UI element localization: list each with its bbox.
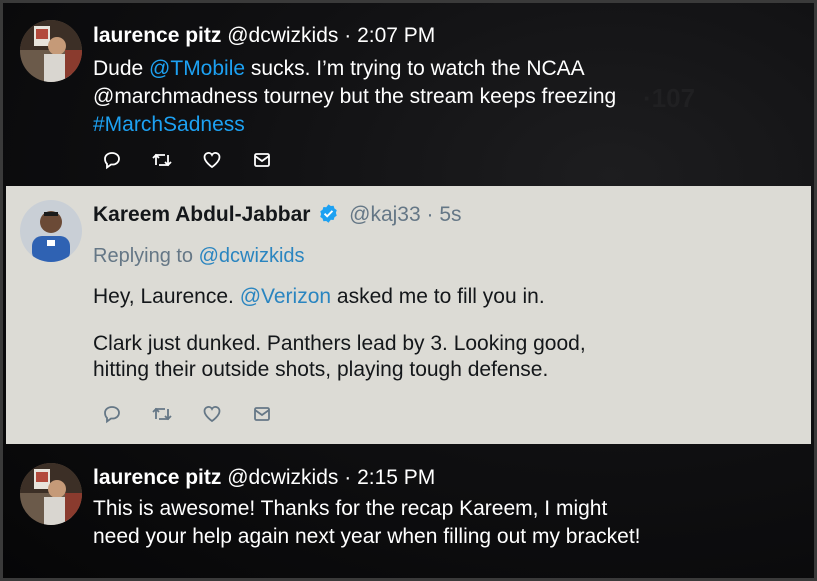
verified-badge-icon [318,203,339,230]
tweet-1[interactable]: laurence pitz @dcwizkids · 2:07 PM Dude … [6,3,811,186]
tweet-header: laurence pitz @dcwizkids · 2:07 PM [93,24,435,48]
tweet-2[interactable]: Kareem Abdul-Jabbar @kaj33 · 5s Replying… [6,186,811,444]
reply-handle-link[interactable]: @dcwizkids [199,245,305,267]
tweet-header: laurence pitz @dcwizkids · 2:15 PM [93,466,435,490]
hashtag-link[interactable]: #MarchSadness [93,111,616,139]
screenshot-frame: ·107 laurence pitz @dcwizkids · 2:07 PM … [0,0,817,581]
reply-icon[interactable] [101,149,123,171]
tweet-actions [101,403,273,425]
user-handle[interactable]: @kaj33 [349,203,421,226]
avatar[interactable] [20,20,82,82]
text-line: Clark just dunked. Panthers lead by 3. L… [93,332,586,355]
tweet-text: Hey, Laurence. @Verizon asked me to fill… [93,283,586,383]
text-segment: Hey, Laurence. [93,285,240,308]
text-line: need your help again next year when fill… [93,525,641,548]
retweet-icon[interactable] [151,149,173,171]
timestamp[interactable]: 2:07 PM [357,24,435,47]
text-segment: sucks. I’m trying to watch the NCAA [245,57,585,80]
separator: · [420,203,440,226]
text-line: This is awesome! Thanks for the recap Ka… [93,497,608,520]
tweet-text: This is awesome! Thanks for the recap Ka… [93,495,641,551]
dm-icon[interactable] [251,403,273,425]
user-handle[interactable]: @dcwizkids [227,24,338,47]
mention-link[interactable]: @TMobile [149,57,245,80]
tweet-header: Kareem Abdul-Jabbar @kaj33 · 5s [93,203,462,230]
tweet-actions [101,149,273,171]
reply-icon[interactable] [101,403,123,425]
text-segment: asked me to fill you in. [331,285,545,308]
replying-label: Replying to [93,245,199,267]
timestamp[interactable]: 2:15 PM [357,466,435,489]
text-line: hitting their outside shots, playing tou… [93,358,549,381]
like-icon[interactable] [201,149,223,171]
avatar[interactable] [20,463,82,525]
text-segment: Dude [93,57,150,80]
avatar[interactable] [20,200,82,262]
text-line: @marchmadness tourney but the stream kee… [93,85,617,108]
tweet-text: Dude @TMobile sucks. I’m trying to watch… [93,55,616,139]
replying-to: Replying to @dcwizkids [93,245,305,268]
timestamp[interactable]: 5s [439,203,461,226]
separator: · [338,466,358,489]
separator: · [338,24,358,47]
display-name[interactable]: laurence pitz [93,24,221,47]
like-icon[interactable] [201,403,223,425]
display-name[interactable]: Kareem Abdul-Jabbar [93,203,310,226]
mention-link[interactable]: @Verizon [240,285,331,308]
dm-icon[interactable] [251,149,273,171]
retweet-icon[interactable] [151,403,173,425]
display-name[interactable]: laurence pitz [93,466,221,489]
user-handle[interactable]: @dcwizkids [227,466,338,489]
tweet-3[interactable]: laurence pitz @dcwizkids · 2:15 PM This … [6,444,811,578]
